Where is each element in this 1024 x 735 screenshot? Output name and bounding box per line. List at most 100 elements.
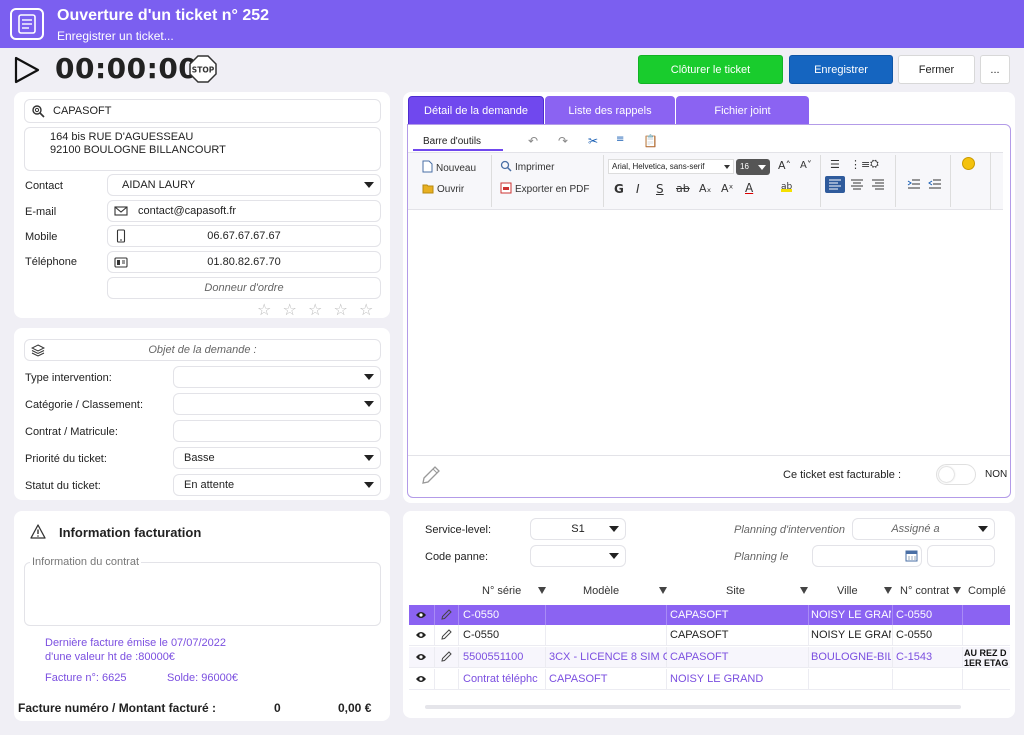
emoji-icon[interactable] (962, 157, 975, 170)
bold-icon[interactable]: G (614, 182, 624, 196)
contract-input[interactable] (173, 420, 381, 442)
request-subject-field[interactable]: Objet de la demande : (24, 339, 381, 361)
highlight-icon[interactable]: ab (781, 182, 793, 192)
col-site-header[interactable]: Site (726, 585, 745, 597)
category-select[interactable] (173, 393, 381, 415)
bullet-list-icon[interactable]: ☰ (830, 158, 840, 171)
tab-detail[interactable]: Détail de la demande (408, 96, 544, 126)
font-grow-icon[interactable]: A˄ (778, 159, 791, 172)
tab-reminders[interactable]: Liste des rappels (545, 96, 675, 126)
table-row[interactable]: C-0550 CAPASOFT NOISY LE GRAN C-0550 (409, 625, 1010, 646)
underline-icon[interactable]: S (656, 182, 664, 196)
column-divider (434, 647, 435, 667)
eye-icon[interactable] (415, 652, 427, 665)
contact-label: Contact (25, 180, 63, 192)
donneur-ordre-field[interactable]: Donneur d'ordre (107, 277, 381, 299)
save-button[interactable]: Enregistrer (789, 55, 893, 84)
table-cell-ville: NOISY LE GRAN (811, 629, 891, 641)
email-field[interactable]: contact@capasoft.fr (107, 200, 381, 222)
italic-icon[interactable]: I (636, 182, 640, 196)
eye-icon[interactable] (415, 610, 427, 623)
planning-date-input[interactable] (812, 545, 922, 567)
print-button[interactable]: Imprimer (500, 160, 554, 175)
eye-icon[interactable] (415, 674, 427, 687)
pencil-icon[interactable] (420, 464, 442, 489)
filter-icon[interactable] (659, 587, 667, 594)
close-ticket-button[interactable]: Clôturer le ticket (638, 55, 783, 84)
filter-icon[interactable] (800, 587, 808, 594)
col-model-header[interactable]: Modèle (583, 585, 619, 597)
open-document-button[interactable]: Ouvrir (422, 182, 464, 197)
rating-star[interactable]: ☆ (308, 300, 322, 319)
code-panne-select[interactable] (530, 545, 626, 567)
toolbar-tab[interactable]: Barre d'outils (423, 136, 481, 147)
eye-icon[interactable] (415, 630, 427, 643)
planning-time-input[interactable] (927, 545, 995, 567)
outdent-icon[interactable] (927, 176, 943, 196)
type-select[interactable] (173, 366, 381, 388)
column-divider (892, 605, 893, 625)
invoice-footer-label: Facture numéro / Montant facturé : (18, 701, 217, 715)
subscript-icon[interactable]: Aₓ (699, 182, 711, 195)
col-serial-header[interactable]: N° série (482, 585, 521, 597)
numbered-list-icon[interactable]: ⋮≡ (850, 158, 870, 171)
more-button[interactable]: ... (980, 55, 1010, 84)
status-select[interactable]: En attente (173, 474, 381, 496)
pencil-icon[interactable] (440, 628, 453, 644)
service-level-select[interactable]: S1 (530, 518, 626, 540)
assignee-select[interactable]: Assigné a (852, 518, 995, 540)
col-contract-header[interactable]: N° contrat (900, 585, 949, 597)
paste-icon[interactable]: 📋 (643, 134, 658, 148)
format-list-icon[interactable]: ≡ (616, 134, 624, 145)
font-family-select[interactable]: Arial, Helvetica, sans-serif (608, 159, 734, 174)
tab-attachment[interactable]: Fichier joint (676, 96, 809, 126)
font-size-select[interactable]: 16 (736, 159, 770, 175)
superscript-icon[interactable]: Aˣ (721, 182, 733, 195)
filter-icon[interactable] (884, 587, 892, 594)
close-button[interactable]: Fermer (898, 55, 975, 84)
table-cell-contrat: C-0550 (896, 629, 933, 641)
last-invoice-text: Dernière facture émise le 07/07/2022 (45, 637, 226, 649)
align-right-icon[interactable] (870, 176, 886, 196)
play-icon[interactable] (12, 55, 42, 85)
align-left-icon[interactable] (825, 176, 845, 193)
filter-icon[interactable] (953, 587, 961, 594)
font-color-icon[interactable]: A (745, 181, 753, 195)
font-shrink-icon[interactable]: A˅ (800, 160, 812, 171)
table-row[interactable]: 5500551100 3CX - LICENCE 8 SIM CA CAPASOFT… (409, 647, 1010, 668)
chevron-down-icon (609, 526, 619, 532)
table-row[interactable]: Contrat téléphc CAPASOFT NOISY LE GRAND (409, 669, 1010, 690)
filter-icon[interactable] (538, 587, 546, 594)
col-city-header[interactable]: Ville (837, 585, 858, 597)
billable-toggle[interactable] (936, 464, 976, 485)
contact-select[interactable]: AIDAN LAURY (107, 174, 381, 196)
col-extra-header[interactable]: Complé (968, 585, 1006, 597)
paint-icon[interactable]: ⛭ (870, 157, 879, 171)
redo-icon[interactable]: ↷ (558, 134, 568, 148)
undo-icon[interactable]: ↶ (528, 134, 538, 148)
export-pdf-button[interactable]: Exporter en PDF (500, 182, 589, 197)
rating-star[interactable]: ☆ (257, 300, 271, 319)
rich-text-editor[interactable]: Barre d'outils ↶ ↷ ✂ ≡ 📋 Nouveau Ouvrir … (407, 124, 1011, 498)
indent-icon[interactable] (906, 176, 922, 196)
stop-icon[interactable]: STOP (189, 55, 217, 83)
rating-star[interactable]: ☆ (334, 300, 348, 319)
contract-info-field[interactable]: Information du contrat (24, 556, 381, 626)
table-row[interactable]: C-0550 CAPASOFT NOISY LE GRAN C-0550 (409, 605, 1010, 626)
pencil-icon[interactable] (440, 650, 453, 666)
phone-field[interactable]: 01.80.82.67.70 (107, 251, 381, 273)
rating-star[interactable]: ☆ (283, 300, 297, 319)
table-horizontal-scrollbar[interactable] (425, 705, 961, 709)
cut-icon[interactable]: ✂ (588, 134, 598, 148)
new-document-button[interactable]: Nouveau (422, 160, 476, 176)
mobile-field[interactable]: 06.67.67.67.67 (107, 225, 381, 247)
priority-select[interactable]: Basse (173, 447, 381, 469)
pencil-icon[interactable] (440, 608, 453, 624)
calendar-icon[interactable] (905, 549, 918, 565)
rating-star[interactable]: ☆ (359, 300, 373, 319)
toolbar-tab-underline (413, 149, 503, 151)
align-center-icon[interactable] (849, 176, 865, 196)
client-search-field[interactable]: CAPASOFT (24, 99, 381, 123)
strikethrough-icon[interactable]: ab (676, 182, 690, 195)
layers-icon (30, 343, 46, 357)
